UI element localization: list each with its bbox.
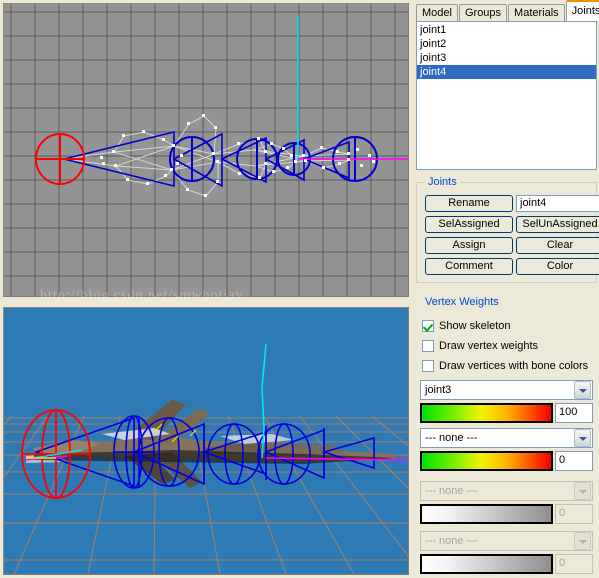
chevron-down-icon[interactable] [574,429,591,447]
panel-tabstrip: Model Groups Materials Joints [414,0,599,21]
list-item-joint1[interactable]: joint1 [417,23,596,37]
weight-slot-1-gradient[interactable] [420,403,553,423]
draw-vertices-bone-colors-label: Draw vertices with bone colors [439,360,589,372]
tab-groups[interactable]: Groups [458,4,508,21]
weight-slot-2-combo[interactable]: --- none --- [420,428,593,448]
weight-slot-4-slider-row: 0 [420,554,593,574]
tab-materials[interactable]: Materials [508,4,565,21]
assign-button[interactable]: Assign [425,237,513,254]
list-item-joint3[interactable]: joint3 [417,51,596,65]
show-skeleton-checkbox[interactable] [422,320,434,332]
show-skeleton-label: Show skeleton [439,320,511,332]
color-button[interactable]: Color [516,258,599,275]
joint-name-field[interactable]: joint4 [516,195,599,212]
weight-slot-1-value-box[interactable]: 100 [555,403,593,423]
show-skeleton-checkbox-row[interactable]: Show skeleton [422,320,511,332]
weight-slot-1-slider-row[interactable]: 100 [420,403,593,423]
tab-model[interactable]: Model [416,4,458,21]
joints-button-grid: Rename joint4 SelAssigned SelUnAssigned … [425,195,599,275]
draw-vertex-weights-label: Draw vertex weights [439,340,539,352]
weight-slot-3-value-box: 0 [555,504,593,524]
joints-side-panel: Model Groups Materials Joints joint1 joi… [414,0,599,578]
weight-slot-2-value: --- none --- [425,432,478,444]
sel-unassigned-button[interactable]: SelUnAssigned [516,216,599,233]
weight-slot-4-value-box: 0 [555,554,593,574]
weight-slot-2-gradient[interactable] [420,451,553,471]
viewport-perspective-3d[interactable] [3,307,409,575]
front-view-canvas [4,4,408,296]
comment-button[interactable]: Comment [425,258,513,275]
joints-groupbox: Joints Rename joint4 SelAssigned SelUnAs… [416,176,599,283]
viewport-front-orthographic[interactable] [3,3,409,297]
list-item-joint2[interactable]: joint2 [417,37,596,51]
draw-vertices-bone-colors-checkbox-row[interactable]: Draw vertices with bone colors [422,360,588,372]
chevron-down-icon [574,532,591,550]
chevron-down-icon[interactable] [574,381,591,399]
weight-slot-4-value: --- none --- [425,535,478,547]
list-item-joint4[interactable]: joint4 [417,65,596,79]
weight-slot-2-value-box[interactable]: 0 [555,451,593,471]
vertex-weights-title: Vertex Weights [422,296,502,308]
application-window: http://blog.csdn.net/smwhotjay Model Gro… [0,0,599,578]
sel-assigned-button[interactable]: SelAssigned [425,216,513,233]
perspective-view-canvas [4,308,408,574]
weight-slot-3-combo: --- none --- [420,481,593,501]
clear-button[interactable]: Clear [516,237,599,254]
joints-groupbox-title: Joints [425,176,460,188]
weight-slot-2-slider-row[interactable]: 0 [420,451,593,471]
draw-vertex-weights-checkbox-row[interactable]: Draw vertex weights [422,340,538,352]
chevron-down-icon [574,482,591,500]
weight-slot-4-gradient [420,554,553,574]
weight-slot-1-value: joint3 [425,384,452,396]
selected-joint-marker [35,133,85,185]
weight-slot-3-value: --- none --- [425,485,478,497]
weight-slot-4-combo: --- none --- [420,531,593,551]
draw-vertex-weights-checkbox[interactable] [422,340,434,352]
weight-slot-3-slider-row: 0 [420,504,593,524]
weight-slot-3-gradient [420,504,553,524]
joint-listbox[interactable]: joint1 joint2 joint3 joint4 [416,21,597,170]
tab-joints[interactable]: Joints [565,0,599,21]
weight-slot-1-combo[interactable]: joint3 [420,380,593,400]
rename-button[interactable]: Rename [425,195,513,212]
draw-vertices-bone-colors-checkbox[interactable] [422,360,434,372]
